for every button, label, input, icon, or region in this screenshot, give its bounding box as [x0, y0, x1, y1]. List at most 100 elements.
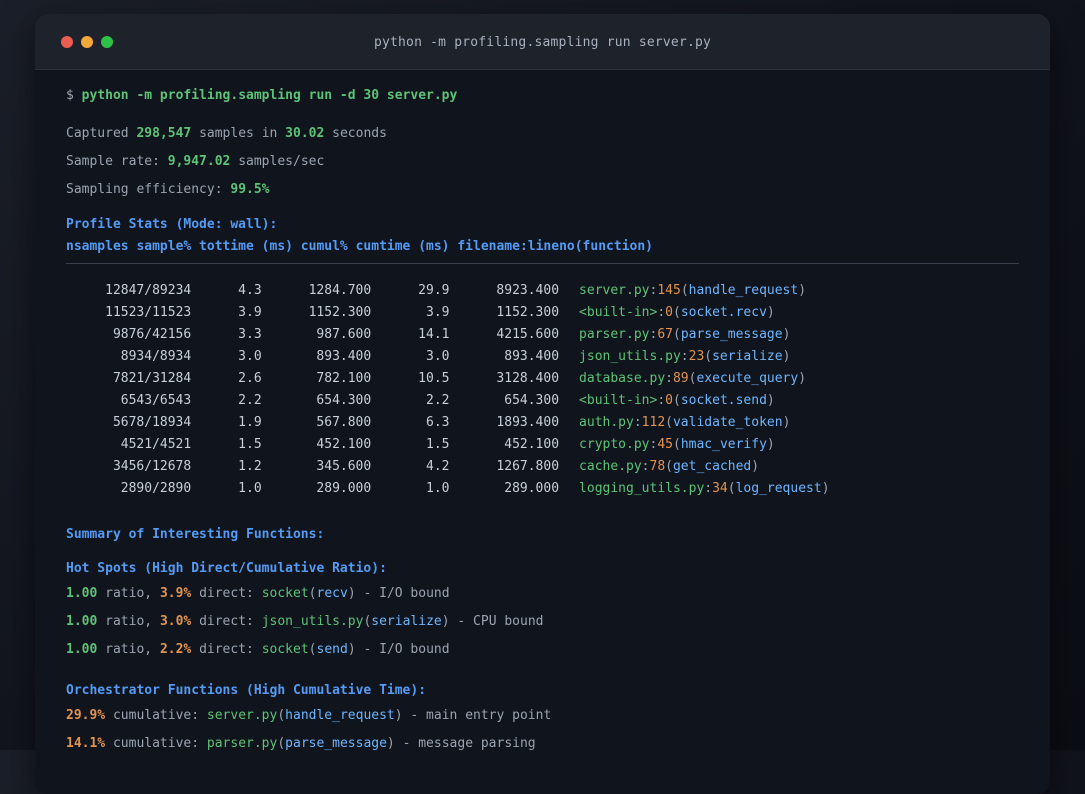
nsamples-cell: 8934/8934: [120, 349, 192, 364]
colon-separator: :: [641, 459, 650, 474]
close-paren: ): [347, 642, 356, 657]
cumul-pct-cell: 2.2: [426, 393, 450, 408]
table-row: 4521/4521 1.5 452.100 1.5 452.100 crypto.py:4…: [66, 434, 1019, 456]
cumul-pct-cell: 1.0: [426, 481, 450, 496]
tottime-cell: 1284.700: [308, 283, 372, 298]
cumtime-cell: 1893.400: [496, 415, 560, 430]
close-paren: ): [386, 736, 395, 751]
bound-note: - I/O bound: [355, 586, 450, 601]
open-paren: (: [672, 327, 681, 342]
filename: <built-in>: [579, 305, 658, 320]
ratio-value: 1.00: [66, 614, 98, 629]
close-paren: ): [782, 415, 791, 430]
close-paren: ): [394, 708, 403, 723]
sample-pct-cell: 2.6: [238, 371, 262, 386]
ratio-label: ratio,: [97, 642, 160, 657]
table-row: 7821/31284 2.6 782.100 10.5 3128.400 database…: [66, 368, 1019, 390]
cumtime-cell: 4215.600: [496, 327, 560, 342]
text-segment: 99.5%: [230, 182, 270, 197]
open-paren: (: [665, 459, 673, 474]
filename: auth.py: [579, 415, 634, 430]
sample-pct-cell: 3.0: [238, 349, 262, 364]
table-row: 11523/11523 3.9 1152.300 3.9 1152.300 <built-…: [66, 302, 1019, 324]
function-location-cell: <built-in>:0(socket.recv): [579, 305, 775, 320]
filename: json_utils.py: [579, 349, 681, 364]
nsamples-cell: 9876/42156: [112, 327, 192, 342]
tottime-cell: 289.000: [316, 481, 372, 496]
close-paren: ): [798, 371, 807, 386]
line-number: 78: [649, 459, 666, 474]
sample-pct-cell: 1.9: [238, 415, 262, 430]
table-row: 12847/89234 4.3 1284.700 29.9 8923.400 server…: [66, 280, 1019, 302]
cumul-pct-cell: 1.5: [426, 437, 450, 452]
filename: crypto.py: [579, 437, 650, 452]
open-paren: (: [308, 642, 317, 657]
titlebar[interactable]: python -m profiling.sampling run server.…: [35, 14, 1050, 70]
open-paren: (: [672, 393, 681, 408]
colon-separator: :: [657, 393, 666, 408]
close-paren: ): [441, 614, 450, 629]
nsamples-cell: 5678/18934: [112, 415, 192, 430]
line-number: 0: [665, 393, 673, 408]
terminal-content[interactable]: $ python -m profiling.sampling run -d 30…: [35, 70, 1050, 758]
open-paren: (: [277, 708, 286, 723]
function-location-cell: cache.py:78(get_cached): [579, 459, 759, 474]
line-number: 0: [665, 305, 673, 320]
line-number: 112: [641, 415, 666, 430]
function-name: hmac_verify: [680, 437, 767, 452]
target-name: socket: [261, 642, 309, 657]
colon-separator: :: [657, 305, 666, 320]
open-paren: (: [704, 349, 713, 364]
table-row: 3456/12678 1.2 345.600 4.2 1267.800 cache.py:…: [66, 456, 1019, 478]
tottime-cell: 452.100: [316, 437, 372, 452]
line-number: 89: [672, 371, 689, 386]
tottime-cell: 567.800: [316, 415, 372, 430]
orchestrators-title: Orchestrator Functions (High Cumulative …: [66, 683, 427, 698]
tottime-cell: 782.100: [316, 371, 372, 386]
filename: cache.py: [579, 459, 642, 474]
role-note: - message parsing: [394, 736, 536, 751]
close-paren: ): [347, 586, 356, 601]
close-paren: ): [782, 327, 791, 342]
direct-pct: 3.0%: [159, 614, 192, 629]
line-number: 67: [657, 327, 673, 342]
close-paren: ): [766, 305, 775, 320]
table-divider: [66, 263, 1019, 264]
function-location-cell: server.py:145(handle_request): [579, 283, 806, 298]
function-location-cell: json_utils.py:23(serialize): [579, 349, 790, 364]
table-row: 2890/2890 1.0 289.000 1.0 289.000 logging_uti…: [66, 478, 1019, 500]
text-segment: Captured: [66, 126, 137, 141]
prompt-symbol: $: [66, 88, 82, 103]
table-row: 9876/42156 3.3 987.600 14.1 4215.600 parser.p…: [66, 324, 1019, 346]
open-paren: (: [665, 415, 673, 430]
close-paren: ): [766, 393, 775, 408]
open-paren: (: [672, 437, 681, 452]
target-name: json_utils.py: [261, 614, 364, 629]
filename: <built-in>: [579, 393, 658, 408]
close-paren: ): [821, 481, 830, 496]
cumulative-label: cumulative:: [105, 708, 207, 723]
colon-separator: :: [704, 481, 713, 496]
nsamples-cell: 7821/31284: [112, 371, 192, 386]
cumulative-label: cumulative:: [105, 736, 207, 751]
nsamples-cell: 12847/89234: [105, 283, 192, 298]
filename: logging_utils.py: [579, 481, 705, 496]
command-text: python -m profiling.sampling run -d 30 s…: [81, 88, 458, 103]
function-location-cell: logging_utils.py:34(log_request): [579, 481, 829, 496]
function-name: get_cached: [672, 459, 752, 474]
cumul-pct-cell: 14.1: [418, 327, 450, 342]
text-segment: 298,547: [136, 126, 192, 141]
function-name: socket.recv: [680, 305, 767, 320]
line-number: 145: [657, 283, 681, 298]
text-segment: Sample rate:: [66, 154, 168, 169]
sample-pct-cell: 4.3: [238, 283, 262, 298]
function-location-cell: auth.py:112(validate_token): [579, 415, 790, 430]
cumtime-cell: 654.300: [504, 393, 560, 408]
function-name: validate_token: [672, 415, 783, 430]
filename: server.py: [579, 283, 650, 298]
sample-pct-cell: 1.5: [238, 437, 262, 452]
hot-spot-item: 1.00 ratio, 2.2% direct: socket(send) - …: [66, 636, 1019, 664]
function-name: handle_request: [285, 708, 395, 723]
open-paren: (: [672, 305, 681, 320]
cumtime-cell: 289.000: [504, 481, 560, 496]
